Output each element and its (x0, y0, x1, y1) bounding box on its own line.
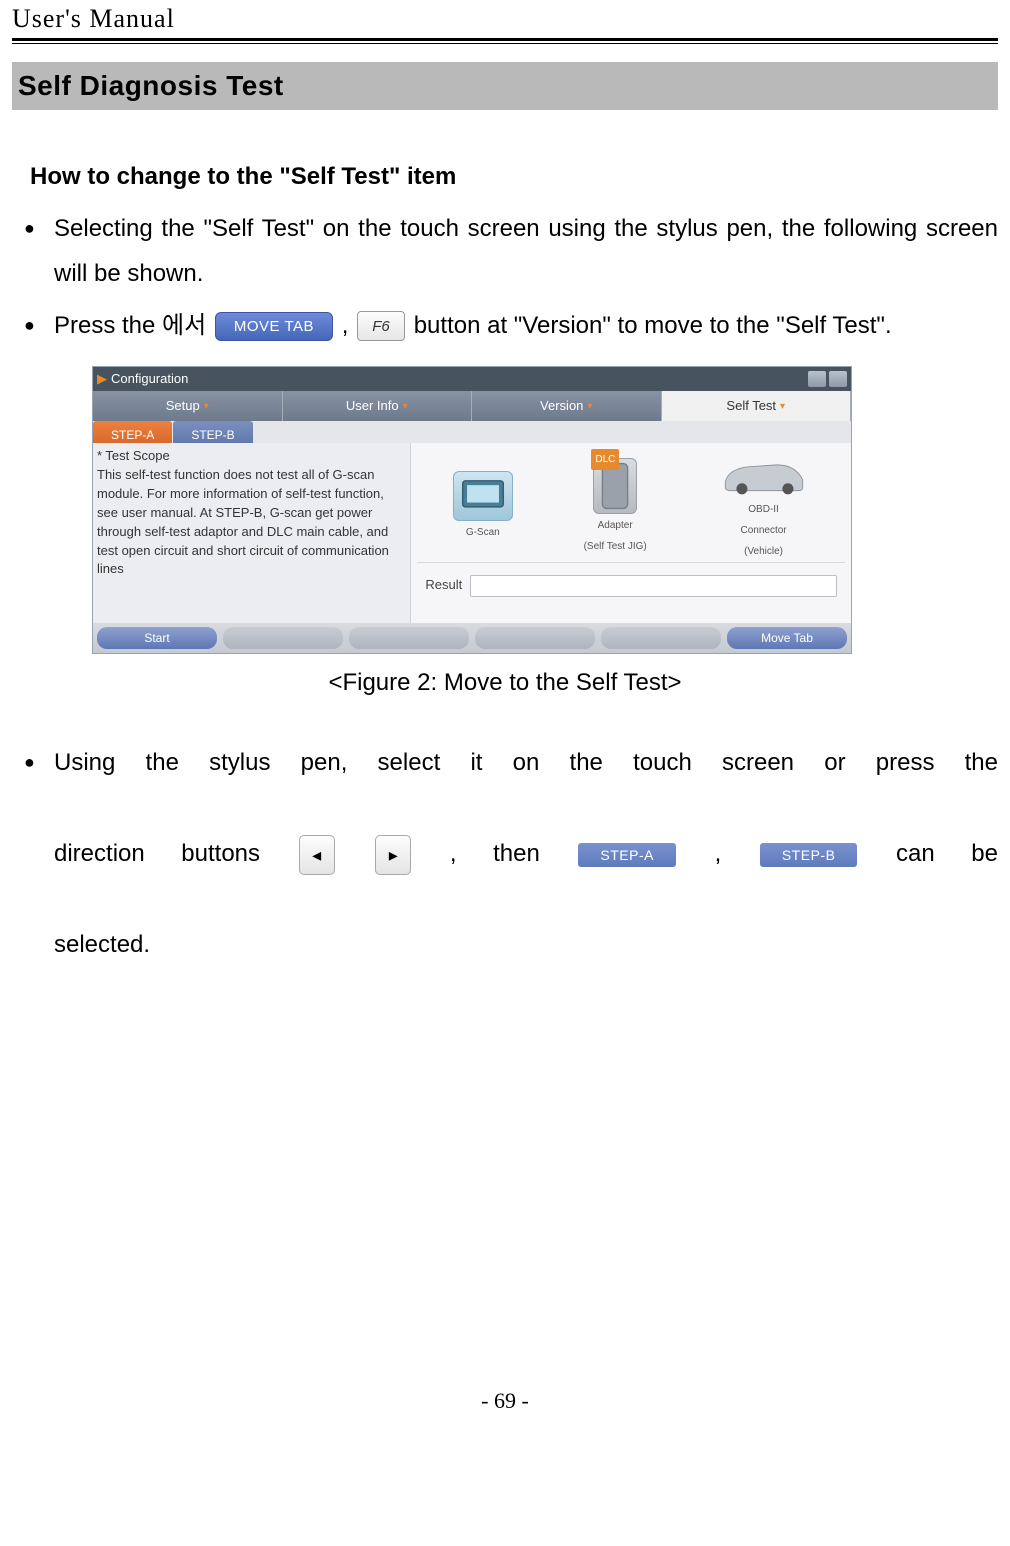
figure-caption: <Figure 2: Move to the Self Test> (12, 660, 998, 706)
sub-tabs-row: STEP-A STEP-B (93, 421, 851, 443)
dlc-badge: DLC (591, 449, 619, 470)
step-a-chip: STEP-A (578, 843, 676, 867)
move-tab-chip: MOVE TAB (215, 312, 333, 341)
chevron-down-icon: ▾ (403, 397, 408, 416)
config-body: * Test Scope This self-test function doe… (93, 443, 851, 623)
tab-setup-label: Setup (166, 394, 200, 419)
subtab-step-b[interactable]: STEP-B (173, 421, 252, 443)
tab-setup[interactable]: Setup ▾ (93, 391, 283, 421)
gscan-label: G-Scan (466, 523, 500, 542)
config-window: ▶ Configuration Setup ▾ User Info ▾ Vers… (92, 366, 852, 654)
device-vehicle: OBD-II Connector (Vehicle) (718, 452, 810, 561)
section-banner: Self Diagnosis Test (12, 62, 998, 110)
car-icon (718, 452, 810, 498)
conn-label-3: (Vehicle) (744, 542, 783, 561)
result-label: Result (425, 573, 462, 598)
bullet-list-2: Using the stylus pen, select it on the t… (12, 740, 998, 968)
test-scope-title: * Test Scope (97, 447, 404, 466)
titlebar-arrow-icon: ▶ (97, 367, 107, 392)
window-titlebar: ▶ Configuration (93, 367, 851, 391)
device-adapter: Adapter (Self Test JIG) (584, 458, 647, 556)
move-tab-button[interactable]: Move Tab (727, 627, 847, 649)
content-block: How to change to the "Self Test" item Se… (12, 154, 998, 968)
result-field[interactable] (470, 575, 837, 597)
window-close-icon[interactable] (829, 371, 847, 387)
bullet-item-3: Using the stylus pen, select it on the t… (12, 740, 998, 968)
gscan-icon (453, 471, 513, 521)
tab-version-label: Version (540, 394, 583, 419)
window-footer: Start Move Tab (93, 623, 851, 653)
arrow-left-key: ◂ (299, 835, 335, 875)
f6-key-chip: F6 (357, 311, 405, 341)
diagram-panel: DLC G-Scan Adapter (411, 443, 851, 623)
device-gscan: G-Scan (453, 471, 513, 542)
bullet3-line3: selected. (54, 922, 998, 968)
doc-header-title: User's Manual (12, 0, 998, 38)
bullet3-line1: Using the stylus pen, select it on the t… (54, 740, 998, 831)
adapter-label-2: (Self Test JIG) (584, 537, 647, 556)
bullet3-l2-c: , (715, 840, 758, 867)
bullet-list: Selecting the "Self Test" on the touch s… (12, 206, 998, 349)
chevron-down-icon: ▾ (587, 397, 592, 416)
chevron-down-icon: ▾ (204, 397, 209, 416)
main-tabs-row: Setup ▾ User Info ▾ Version ▾ Self Test … (93, 391, 851, 421)
bullet3-l2-b: , then (450, 840, 577, 867)
bullet1-text: Selecting the "Self Test" on the touch s… (54, 215, 998, 288)
header-rule (12, 38, 998, 44)
window-minimize-icon[interactable] (808, 371, 826, 387)
arrow-right-key: ▸ (375, 835, 411, 875)
adapter-label-1: Adapter (598, 516, 633, 535)
bullet2-mid1: , (342, 312, 355, 339)
page-number: - 69 - (12, 1388, 998, 1414)
bullet3-l2-d: can be (896, 840, 998, 867)
start-button[interactable]: Start (97, 627, 217, 649)
bullet-item-1: Selecting the "Self Test" on the touch s… (12, 206, 998, 297)
footer-slot-4[interactable] (475, 627, 595, 649)
footer-slot-5[interactable] (601, 627, 721, 649)
tab-userinfo[interactable]: User Info ▾ (283, 391, 473, 421)
subheading: How to change to the "Self Test" item (30, 154, 998, 200)
bullet3-l2-a: direction buttons (54, 840, 297, 867)
result-row: Result (417, 563, 845, 606)
subtab-step-a[interactable]: STEP-A (93, 421, 172, 443)
conn-label-2: Connector (740, 521, 786, 540)
figure-wrap: ▶ Configuration Setup ▾ User Info ▾ Vers… (92, 366, 852, 654)
bullet2-pre: Press the 에서 (54, 312, 213, 339)
test-scope-text: This self-test function does not test al… (97, 466, 404, 579)
tab-selftest-label: Self Test (726, 394, 776, 419)
test-scope-panel: * Test Scope This self-test function doe… (93, 443, 411, 623)
tab-version[interactable]: Version ▾ (472, 391, 662, 421)
connection-diagram: G-Scan Adapter (Self Test JIG) (417, 451, 845, 563)
bullet-item-2: Press the 에서 MOVE TAB , F6 button at "Ve… (12, 303, 998, 349)
footer-slot-3[interactable] (349, 627, 469, 649)
tab-selftest[interactable]: Self Test ▾ (662, 391, 852, 421)
chevron-down-icon: ▾ (780, 397, 785, 416)
conn-label-1: OBD-II (748, 500, 779, 519)
tab-userinfo-label: User Info (346, 394, 399, 419)
step-b-chip: STEP-B (760, 843, 858, 867)
bullet2-post: button at "Version" to move to the "Self… (414, 312, 892, 339)
bullet3-line2: direction buttons ◂ ▸ , then STEP-A , ST… (54, 831, 998, 922)
footer-slot-2[interactable] (223, 627, 343, 649)
window-title: Configuration (111, 367, 805, 392)
